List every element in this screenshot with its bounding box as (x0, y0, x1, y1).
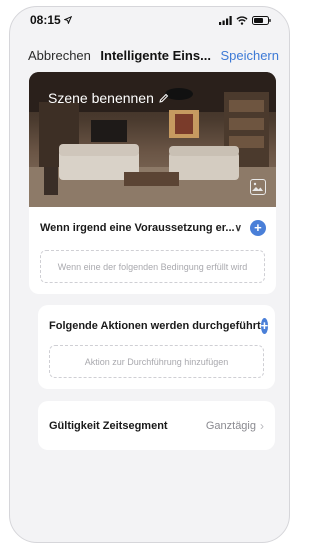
location-arrow-icon (63, 16, 72, 24)
chevron-right-icon: › (260, 419, 264, 433)
save-button[interactable]: Speichern (220, 48, 279, 63)
validity-row[interactable]: Gültigkeit Zeitsegment Ganztägig › (49, 417, 264, 435)
conditions-actions: ∨ + (235, 220, 266, 236)
action-placeholder[interactable]: Aktion zur Durchführung hinzufügen (49, 345, 264, 378)
validity-value-wrap: Ganztägig › (206, 419, 264, 433)
image-glyph (252, 182, 263, 191)
conditions-title: Wenn irgend eine Voraussetzung er... (40, 222, 235, 234)
conditions-card: Wenn irgend eine Voraussetzung er... ∨ +… (29, 207, 276, 294)
validity-card[interactable]: Gültigkeit Zeitsegment Ganztägig › (38, 401, 275, 450)
validity-label: Gültigkeit Zeitsegment (49, 420, 168, 432)
navigation-bar: Abbrechen Intelligente Eins... Speichern (10, 41, 289, 69)
pencil-icon (159, 93, 169, 103)
actions-title: Folgende Aktionen werden durchgeführt (49, 320, 261, 332)
chevron-down-icon[interactable]: ∨ (235, 223, 242, 234)
status-bar: 08:15 (10, 7, 289, 33)
scene-name-label: Szene benennen (48, 90, 154, 106)
scene-cover-image[interactable]: Szene benennen (29, 72, 276, 207)
status-icons (219, 15, 271, 25)
validity-value: Ganztägig (205, 420, 256, 432)
status-time: 08:15 (30, 13, 61, 27)
condition-placeholder[interactable]: Wenn eine der folgenden Bedingung erfüll… (40, 250, 265, 283)
actions-header: Folgende Aktionen werden durchgeführt + (49, 317, 269, 335)
cellular-signal-icon (219, 15, 232, 25)
add-condition-button[interactable]: + (249, 220, 266, 236)
image-icon[interactable] (250, 179, 266, 195)
actions-card: Folgende Aktionen werden durchgeführt + … (38, 305, 275, 389)
battery-icon (252, 15, 271, 25)
conditions-header: Wenn irgend eine Voraussetzung er... ∨ + (40, 219, 266, 237)
add-action-button[interactable]: + (260, 318, 269, 334)
status-time-wrap: 08:15 (30, 13, 72, 27)
scene-name-field[interactable]: Szene benennen (48, 90, 169, 106)
cancel-button[interactable]: Abbrechen (28, 48, 91, 63)
page-title: Intelligente Eins... (100, 47, 211, 63)
wifi-icon (236, 15, 248, 25)
